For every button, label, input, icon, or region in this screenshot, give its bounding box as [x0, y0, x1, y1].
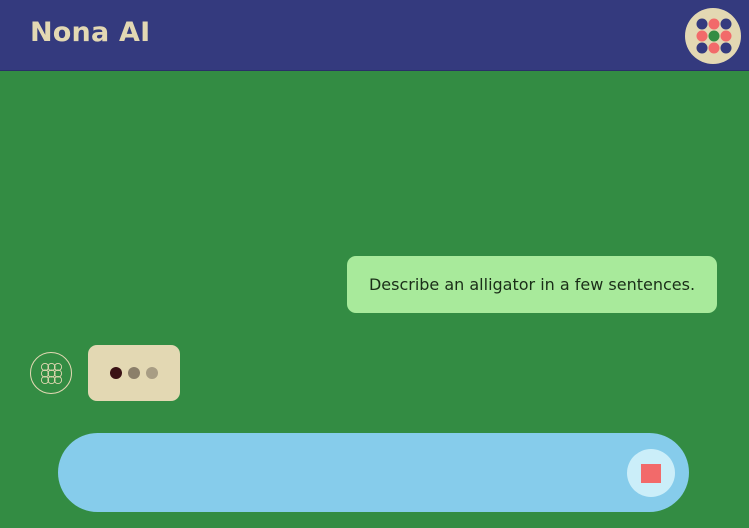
- typing-dot: [128, 367, 140, 379]
- typing-dot: [146, 367, 158, 379]
- nine-dot-grid-logo-icon[interactable]: [685, 8, 741, 64]
- typing-dot: [110, 367, 122, 379]
- message-input[interactable]: [88, 451, 608, 494]
- stop-button[interactable]: [627, 449, 675, 497]
- nine-circle-grid-icon: [30, 352, 72, 394]
- typing-indicator: [88, 345, 180, 401]
- user-message-text: Describe an alligator in a few sentences…: [368, 275, 696, 294]
- stop-square-icon: [641, 464, 661, 483]
- user-message: Describe an alligator in a few sentences…: [347, 256, 717, 313]
- app-title: Nona AI: [30, 17, 151, 48]
- app-header: Nona AI: [0, 0, 749, 71]
- composer-bar: [58, 433, 689, 512]
